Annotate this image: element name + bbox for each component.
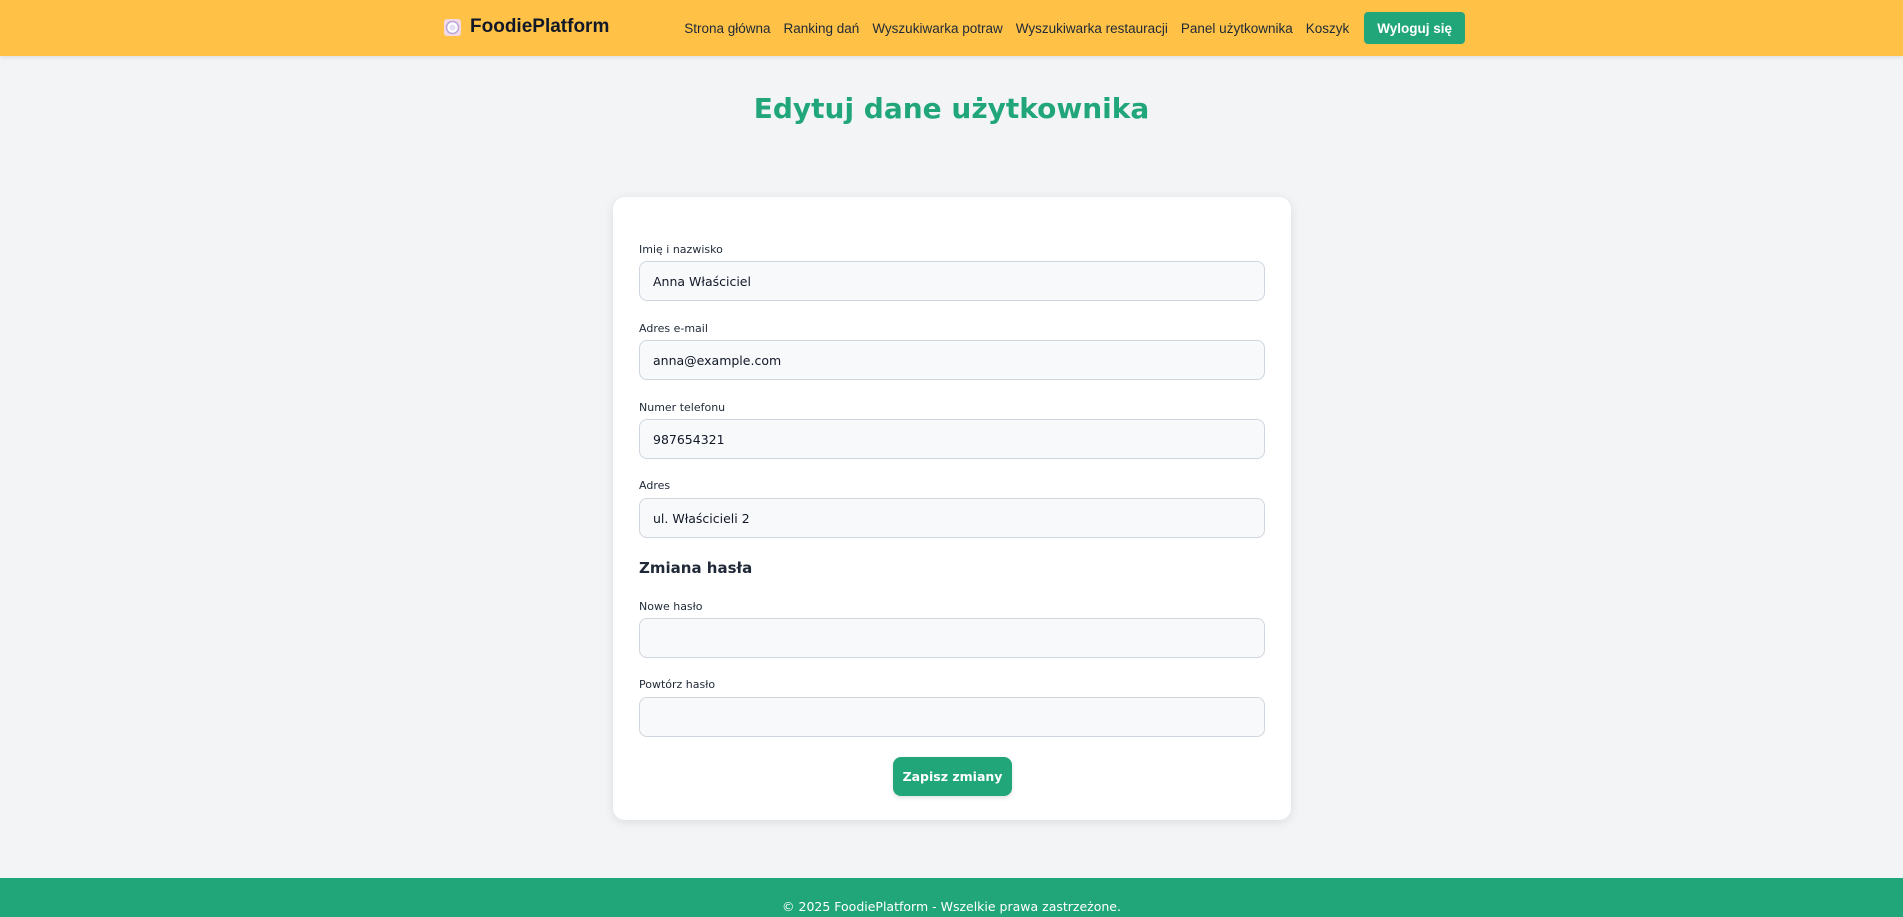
email-field[interactable]	[639, 340, 1265, 380]
top-navbar: FoodiePlatform Strona główna Ranking dań…	[0, 0, 1903, 56]
email-label: Adres e-mail	[639, 322, 708, 335]
brand-logo-link[interactable]: FoodiePlatform	[443, 16, 609, 38]
nav-link-dish-ranking[interactable]: Ranking dań	[784, 21, 860, 36]
address-label: Adres	[639, 479, 671, 492]
nav-link-cart[interactable]: Koszyk	[1306, 21, 1350, 36]
new-password-label: Nowe hasło	[639, 600, 703, 613]
nav-link-user-panel[interactable]: Panel użytkownika	[1181, 21, 1293, 36]
nav-link-restaurant-search[interactable]: Wyszukiwarka restauracji	[1016, 21, 1168, 36]
full-name-field[interactable]	[639, 261, 1265, 301]
full-name-label: Imię i nazwisko	[639, 243, 723, 256]
repeat-password-label: Powtórz hasło	[639, 678, 716, 691]
phone-label: Numer telefonu	[639, 401, 726, 414]
page-footer: © 2025 FoodiePlatform - Wszelkie prawa z…	[0, 878, 1903, 917]
repeat-password-field[interactable]	[639, 697, 1265, 737]
logout-button[interactable]: Wyloguj się	[1364, 12, 1465, 44]
nav-link-dish-search[interactable]: Wyszukiwarka potraw	[872, 21, 1002, 36]
password-section-heading: Zmiana hasła	[639, 559, 753, 577]
phone-field[interactable]	[639, 419, 1265, 459]
page-title: Edytuj dane użytkownika	[753, 92, 1150, 125]
edit-user-form-card: Imię i nazwisko Adres e-mail Numer telef…	[613, 197, 1291, 820]
footer-copyright: © 2025 FoodiePlatform - Wszelkie prawa z…	[782, 899, 1121, 914]
new-password-field[interactable]	[639, 618, 1265, 658]
plate-icon	[443, 18, 462, 37]
nav-link-home[interactable]: Strona główna	[684, 21, 770, 36]
main-navigation: Strona główna Ranking dań Wyszukiwarka p…	[684, 12, 1465, 44]
address-field[interactable]	[639, 498, 1265, 538]
brand-name: FoodiePlatform	[470, 16, 610, 37]
save-changes-button[interactable]: Zapisz zmiany	[893, 757, 1012, 796]
